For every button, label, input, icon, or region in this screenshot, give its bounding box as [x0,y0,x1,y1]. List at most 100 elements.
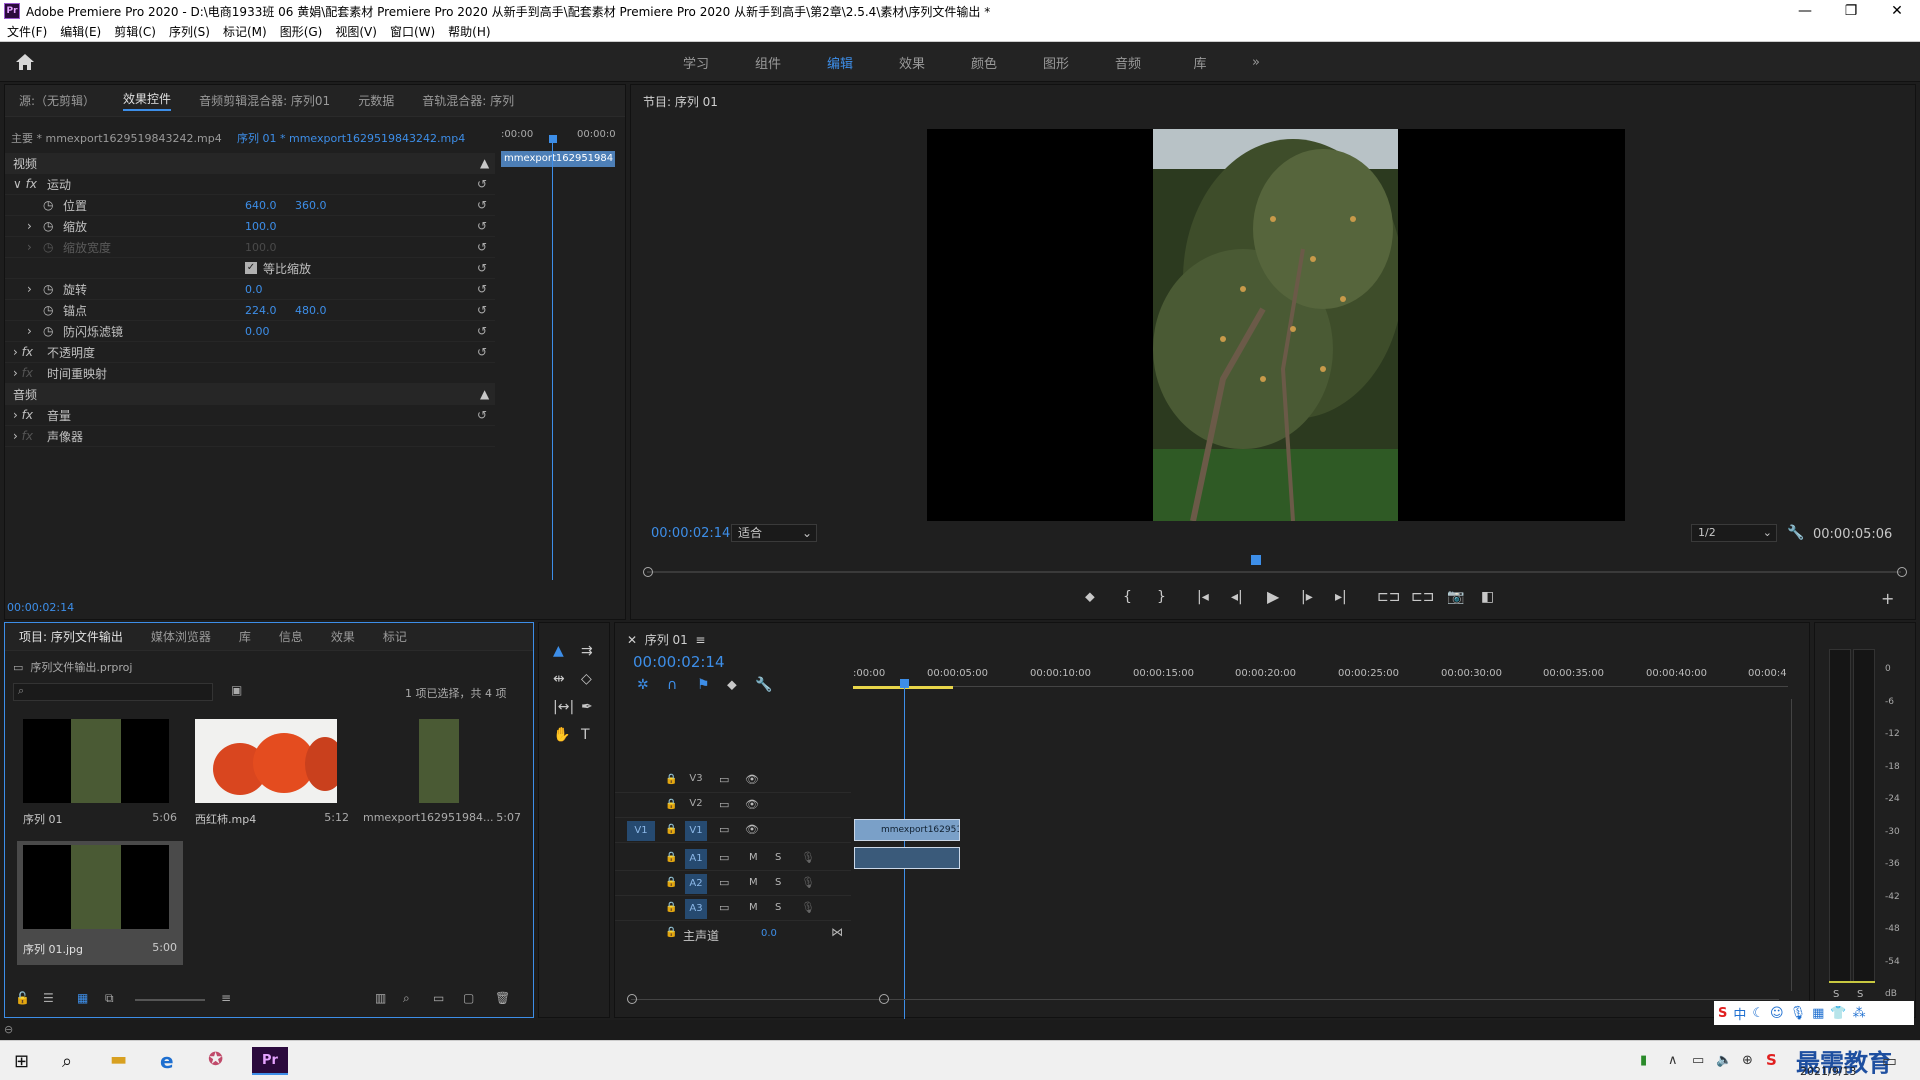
windows-start-icon[interactable]: ⊞ [14,1051,29,1072]
tab-markers[interactable]: 标记 [383,628,407,645]
effect-clip-bar[interactable]: mmexport162951984 [501,151,615,167]
sort-icon[interactable]: ≡ [221,991,231,1005]
opacity-effect-row[interactable]: › fx 不透明度 ↺ [5,342,495,363]
tab-source[interactable]: 源:（无剪辑） [19,92,95,109]
scale-row[interactable]: › ◷ 缩放 100.0 ↺ [5,216,495,237]
timeline-playhead-handle[interactable] [900,679,909,688]
motion-effect-row[interactable]: ∨ fx 运动 ↺ [5,174,495,195]
ripple-edit-tool-icon[interactable]: ⇹ [553,671,565,687]
lift-icon[interactable]: ⊏⊐ [1377,589,1400,605]
search-icon[interactable]: ⌕ [62,1051,72,1072]
menu-view[interactable]: 视图(V) [335,23,377,40]
workspace-tab-audio[interactable]: 音频 [1092,53,1164,72]
track-header-a2[interactable]: 🔒 A2 ▭ M S 🎙 [615,872,851,896]
zoom-slider[interactable] [135,999,205,1001]
app-icon[interactable]: ✪ [208,1049,223,1070]
effect-playhead-handle[interactable] [549,135,557,143]
notification-icon[interactable]: ▭ [1882,1051,1897,1070]
step-back-icon[interactable]: ◂| [1231,589,1243,605]
razor-tool-icon[interactable]: ◇ [581,671,592,687]
tab-audio-clip-mixer[interactable]: 音频剪辑混合器: 序列01 [199,92,330,109]
menu-graphics[interactable]: 图形(G) [280,23,323,40]
fit-dropdown[interactable]: 适合 ⌄ [731,524,817,542]
track-header-master[interactable]: 🔒 主声道 0.0 ⋈ [615,922,851,946]
track-header-v3[interactable]: 🔒 V3 ▭ 👁 [615,769,851,793]
tab-media-browser[interactable]: 媒体浏览器 [151,628,211,645]
rotation-row[interactable]: › ◷ 旋转 0.0 ↺ [5,279,495,300]
project-item-selected[interactable]: 序列 01.jpg 5:00 [17,841,183,965]
nest-icon[interactable]: ✲ [637,677,649,693]
tab-info[interactable]: 信息 [279,628,303,645]
video-clip[interactable]: mmexport162951 [854,819,960,841]
program-scrub-bar[interactable] [647,571,1901,573]
edge-browser-icon[interactable]: e [160,1049,174,1073]
scroll-handle-right[interactable] [879,994,889,1004]
home-icon[interactable] [14,52,36,72]
file-explorer-icon[interactable]: ▬ [110,1049,127,1070]
sogou-icon[interactable]: S [1766,1051,1777,1069]
zoom-handle-right[interactable] [1897,567,1907,577]
minimize-button[interactable]: — [1782,3,1828,19]
tab-audio-track-mixer[interactable]: 音轨混合器: 序列 [422,92,514,109]
ime-icon[interactable]: ⊕ [1742,1053,1753,1068]
snap-icon[interactable]: ∩ [667,677,677,693]
track-select-tool-icon[interactable]: ⇉ [581,643,593,659]
timeline-settings-icon[interactable]: 🔧 [755,677,772,693]
mark-in-icon[interactable]: { [1123,589,1132,605]
time-remap-row[interactable]: › fx 时间重映射 [5,363,495,384]
comparison-view-icon[interactable]: ◧ [1481,589,1494,605]
close-button[interactable]: ✕ [1874,3,1920,19]
effect-controls-timecode[interactable]: 00:00:02:14 [7,601,74,614]
tab-project[interactable]: 项目: 序列文件输出 [19,628,123,645]
tray-chevron-icon[interactable]: ∧ [1668,1053,1678,1068]
marker-icon[interactable]: ⬥ [727,677,737,693]
timeline-vertical-scrollbar[interactable] [1791,699,1792,991]
workspace-tab-learn[interactable]: 学习 [660,53,732,72]
menu-clip[interactable]: 剪辑(C) [114,23,156,40]
track-header-a1[interactable]: 🔒 A1 ▭ M S 🎙 [615,847,851,871]
tab-effect-controls[interactable]: 效果控件 [123,90,172,111]
ime-toolbar[interactable]: S 中 ☾ ☺ 🎙 ▦ 👕 ⁂ [1714,1001,1914,1025]
network-icon[interactable]: ▭ [1692,1053,1704,1068]
scroll-handle-left[interactable] [627,994,637,1004]
find-icon[interactable]: ⌕ [403,991,410,1006]
new-item-icon[interactable]: ▢ [463,991,474,1005]
effect-playhead[interactable] [552,140,553,580]
workspace-tab-graphics[interactable]: 图形 [1020,53,1092,72]
clock-date[interactable]: 2021/9/13 [1800,1065,1856,1078]
new-bin-icon[interactable]: ▣ [231,683,242,697]
panner-effect-row[interactable]: › fx 声像器 [5,426,495,447]
freeform-view-icon[interactable]: ⧉ [105,991,114,1006]
program-monitor-title[interactable]: 节目: 序列 01 [643,93,718,110]
workspace-tab-assembly[interactable]: 组件 [732,53,804,72]
linked-selection-icon[interactable]: ⚑ [697,677,710,693]
project-search-input[interactable]: ⌕ [13,683,213,701]
premiere-taskbar-icon[interactable]: Pr [252,1047,288,1075]
add-marker-icon[interactable]: ⬥ [1085,589,1095,605]
program-video-frame[interactable] [927,129,1625,521]
position-row[interactable]: ◷ 位置 640.0 360.0 ↺ [5,195,495,216]
menu-file[interactable]: 文件(F) [7,23,47,40]
list-view-icon[interactable]: ☰ [43,991,54,1005]
tab-effects[interactable]: 效果 [331,628,355,645]
menu-window[interactable]: 窗口(W) [390,23,435,40]
volume-effect-row[interactable]: › fx 音量 ↺ [5,405,495,426]
tab-metadata[interactable]: 元数据 [358,92,394,109]
menu-sequence[interactable]: 序列(S) [169,23,210,40]
workspace-tab-editing[interactable]: 编辑 [804,53,876,72]
slip-tool-icon[interactable]: |↔| [553,699,574,715]
lock-icon[interactable]: 🔓 [15,991,30,1005]
battery-icon[interactable]: ▮ [1640,1053,1647,1068]
go-to-out-icon[interactable]: ▸| [1335,589,1347,605]
step-forward-icon[interactable]: |▸ [1301,589,1313,605]
icon-view-icon[interactable]: ▦ [77,991,88,1005]
sequence-clip-label[interactable]: 序列 01 * mmexport1629519843242.mp4 [237,130,465,146]
menu-marker[interactable]: 标记(M) [223,23,267,40]
volume-icon[interactable]: 🔈 [1716,1053,1732,1068]
zoom-handle-left[interactable] [643,567,653,577]
uniform-scale-row[interactable]: ✓ 等比缩放 ↺ [5,258,495,279]
type-tool-icon[interactable]: T [581,727,590,743]
program-timecode[interactable]: 00:00:02:14 [651,526,730,541]
mark-out-icon[interactable]: } [1157,589,1166,605]
menu-edit[interactable]: 编辑(E) [60,23,101,40]
